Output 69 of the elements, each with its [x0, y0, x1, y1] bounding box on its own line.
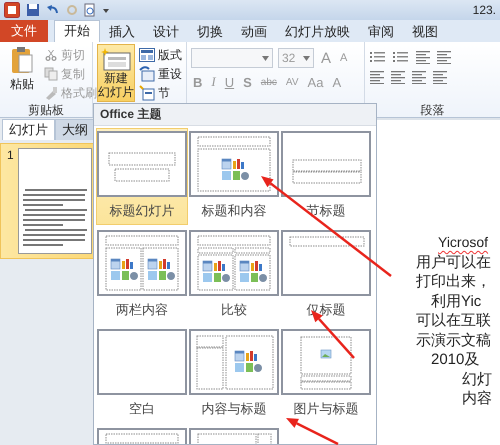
justify-icon [432, 70, 448, 84]
reset-icon [139, 66, 155, 82]
ribbon-tab[interactable]: 设计 [144, 22, 188, 42]
center-icon [390, 70, 406, 84]
decrease-indent-icon [415, 50, 431, 64]
new-slide-button[interactable]: 新建 幻灯片 [97, 44, 135, 102]
dropdown-caret-icon[interactable] [102, 6, 110, 14]
numbering-icon [392, 50, 410, 64]
pane-tab[interactable]: 大纲 [55, 119, 95, 140]
layout-option[interactable]: 空白 [96, 326, 188, 423]
increase-indent-icon [436, 50, 452, 64]
slide-text-line: 示演示文稿 [416, 330, 492, 350]
slide-text-line: 可以在互联 [416, 311, 492, 330]
layout-icon [139, 48, 155, 62]
ribbon-tab[interactable]: 开始 [54, 20, 100, 42]
align-left-icon [369, 70, 385, 84]
annotation-arrow [286, 418, 339, 445]
content-placeholder-icon [110, 258, 138, 280]
window-title: 123. [472, 3, 496, 17]
layout-option[interactable]: 两栏内容 [96, 227, 188, 324]
slide-thumbnail-row[interactable]: 1 [0, 143, 95, 259]
ribbon-tab[interactable]: 切换 [188, 22, 232, 42]
slide-number: 1 [7, 148, 14, 164]
layout-button[interactable]: 版式 [139, 46, 182, 64]
content-placeholder-icon [202, 260, 230, 282]
paste-button[interactable]: 粘贴 [4, 44, 40, 103]
ribbon-tab[interactable]: 审阅 [359, 22, 403, 42]
section-button[interactable]: 节 [139, 84, 182, 102]
layout-option[interactable]: 图片与标题 [280, 326, 372, 423]
dropdown-caret-icon [303, 56, 310, 60]
ribbon-tab[interactable]: 视图 [403, 22, 447, 42]
dropdown-caret-icon [262, 56, 269, 60]
group-label: 剪贴板 [28, 103, 64, 117]
brush-icon [44, 86, 58, 100]
slide-text-line: 利用Yic [430, 292, 482, 311]
file-tab[interactable]: 文件 [0, 20, 48, 42]
copy-icon [44, 67, 58, 81]
slide-text-line: 2010及 [430, 350, 480, 370]
layout-option[interactable]: 标题和内容 [188, 128, 280, 225]
pane-tab[interactable]: 幻灯片 [2, 119, 55, 140]
picture-placeholder-icon [320, 350, 332, 358]
ribbon-tab[interactable]: 幻灯片放映 [276, 22, 359, 42]
slide-text-line: Yicrosof [437, 233, 490, 252]
layout-option[interactable]: 比较 [188, 227, 280, 324]
content-placeholder-icon [234, 350, 262, 372]
content-placeholder-icon [148, 258, 175, 280]
save-icon[interactable] [26, 3, 40, 17]
new-slide-icon [100, 47, 132, 71]
slide-text-line: 内容 [461, 389, 493, 408]
ribbon-tab[interactable]: 动画 [232, 22, 276, 42]
slide-text-line: 用户可以在 [416, 252, 492, 272]
app-logo-icon [4, 2, 20, 18]
section-icon [139, 85, 155, 101]
print-preview-icon[interactable] [84, 3, 96, 17]
content-placeholder-icon [222, 158, 249, 180]
clipboard-icon [10, 46, 34, 76]
reset-button[interactable]: 重设 [139, 65, 182, 83]
layout-option[interactable]: 内容与标题 [188, 326, 280, 423]
group-label: 段落 [420, 103, 444, 117]
slide-text-line: 幻灯 [461, 370, 493, 389]
scissors-icon [44, 48, 58, 62]
gallery-header: Office 主题 [94, 104, 376, 126]
slide-text-line: 打印出来， [416, 272, 492, 292]
bullets-icon [369, 50, 387, 64]
content-placeholder-icon [240, 260, 267, 282]
undo-icon[interactable] [46, 4, 60, 16]
layout-option[interactable]: 标题幻灯片 [96, 128, 188, 225]
ribbon-tab[interactable]: 插入 [100, 22, 144, 42]
align-right-icon [411, 70, 427, 84]
